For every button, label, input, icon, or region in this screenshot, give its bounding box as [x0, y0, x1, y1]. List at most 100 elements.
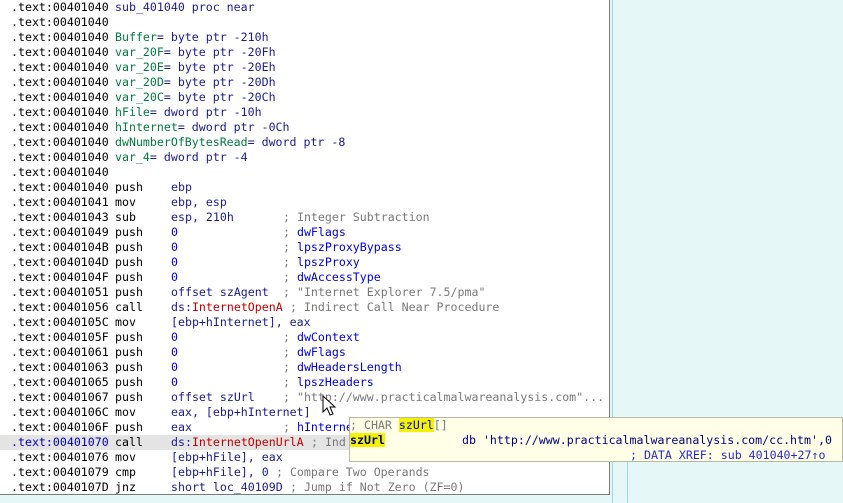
- line-address[interactable]: .text:00401040: [11, 150, 109, 165]
- listing-line[interactable]: .text:0040105F push 0; dwContext: [0, 330, 609, 345]
- line-mnemonic[interactable]: push: [115, 360, 143, 375]
- listing-line[interactable]: .text:0040104D push 0; lpszProxy: [0, 255, 609, 270]
- comment-argument[interactable]: lpszProxy: [297, 255, 360, 269]
- line-mnemonic[interactable]: push: [115, 225, 143, 240]
- listing-line[interactable]: .text:00401051 push offset szAgent ; "Inter…: [0, 285, 609, 300]
- operand-part[interactable]: ds:: [171, 435, 192, 449]
- line-declaration[interactable]: var_20F= byte ptr -20Fh: [115, 45, 276, 60]
- declaration-part[interactable]: = dword ptr -10h: [150, 105, 262, 119]
- line-comment[interactable]: ; dwContext: [283, 330, 360, 345]
- line-declaration[interactable]: var_4= dword ptr -4: [115, 150, 248, 165]
- comment-argument[interactable]: dwHeadersLength: [297, 360, 402, 374]
- line-address[interactable]: .text:0040104B: [11, 240, 109, 255]
- operand-part[interactable]: 0: [171, 345, 178, 359]
- line-address[interactable]: .text:00401061: [11, 345, 109, 360]
- line-address[interactable]: .text:00401049: [11, 225, 109, 240]
- line-mnemonic[interactable]: sub: [115, 210, 136, 225]
- line-address[interactable]: .text:00401040: [11, 75, 109, 90]
- declaration-part[interactable]: var_20F: [115, 45, 164, 59]
- line-address[interactable]: .text:00401040: [11, 135, 109, 150]
- listing-line[interactable]: .text:0040105C mov [ebp+hInternet], eax: [0, 315, 609, 330]
- line-mnemonic[interactable]: mov: [115, 450, 136, 465]
- line-operands[interactable]: 0: [171, 345, 178, 360]
- operand-part[interactable]: ebp: [171, 180, 192, 194]
- line-address[interactable]: .text:0040104D: [11, 255, 109, 270]
- listing-line[interactable]: .text:00401040 var_4= dword ptr -4: [0, 150, 609, 165]
- line-operands[interactable]: ebp, esp: [171, 195, 227, 210]
- line-mnemonic[interactable]: push: [115, 330, 143, 345]
- operand-part[interactable]: esp, 210h: [171, 210, 234, 224]
- line-operands[interactable]: [ebp+hInternet], eax: [171, 315, 311, 330]
- line-comment[interactable]: ; Indirect Call Near Procedure: [283, 300, 499, 315]
- line-mnemonic[interactable]: call: [115, 300, 143, 315]
- operand-part[interactable]: ds:: [171, 300, 192, 314]
- listing-line[interactable]: .text:00401040: [0, 15, 609, 30]
- line-comment[interactable]: ; dwFlags: [283, 345, 346, 360]
- operand-part[interactable]: ebp, esp: [171, 195, 227, 209]
- line-operands[interactable]: eax: [171, 420, 192, 435]
- line-address[interactable]: .text:00401067: [11, 390, 109, 405]
- line-declaration[interactable]: var_20D= byte ptr -20Dh: [115, 75, 276, 90]
- line-address[interactable]: .text:0040106C: [11, 405, 109, 420]
- line-address[interactable]: .text:00401040: [11, 30, 109, 45]
- line-address[interactable]: .text:0040105F: [11, 330, 109, 345]
- listing-line[interactable]: .text:00401040 push ebp: [0, 180, 609, 195]
- line-mnemonic[interactable]: jnz: [115, 480, 136, 494]
- operand-part[interactable]: 0: [171, 240, 178, 254]
- listing-line[interactable]: .text:00401040 var_20D= byte ptr -20Dh: [0, 75, 609, 90]
- function-reference[interactable]: InternetOpenA: [192, 300, 283, 314]
- declaration-part[interactable]: = byte ptr -20Dh: [164, 75, 276, 89]
- line-address[interactable]: .text:00401040: [11, 165, 109, 180]
- comment-argument[interactable]: dwAccessType: [297, 270, 381, 284]
- line-comment[interactable]: ; hInterne: [283, 420, 353, 435]
- comment-argument[interactable]: hInterne: [297, 420, 353, 434]
- line-address[interactable]: .text:00401070: [11, 435, 109, 450]
- function-reference[interactable]: InternetOpenUrlA: [192, 435, 304, 449]
- line-address[interactable]: .text:00401041: [11, 195, 109, 210]
- line-address[interactable]: .text:00401063: [11, 360, 109, 375]
- line-address[interactable]: .text:00401040: [11, 90, 109, 105]
- listing-line[interactable]: .text:00401063 push 0; dwHeadersLength: [0, 360, 609, 375]
- line-mnemonic[interactable]: cmp: [115, 465, 136, 480]
- listing-line[interactable]: .text:00401040: [0, 165, 609, 180]
- declaration-part[interactable]: = byte ptr -210h: [157, 30, 269, 44]
- comment-argument[interactable]: dwFlags: [297, 225, 346, 239]
- listing-line[interactable]: .text:00401043 sub esp, 210h ; Integer Subt…: [0, 210, 609, 225]
- declaration-part[interactable]: = dword ptr -8: [248, 135, 346, 149]
- line-address[interactable]: .text:00401065: [11, 375, 109, 390]
- operand-part[interactable]: offset szAgent: [171, 285, 269, 299]
- listing-line[interactable]: .text:0040104B push 0; lpszProxyBypass: [0, 240, 609, 255]
- line-mnemonic[interactable]: push: [115, 420, 143, 435]
- operand-part[interactable]: 0: [171, 270, 178, 284]
- line-address[interactable]: .text:00401040: [11, 105, 109, 120]
- line-operands[interactable]: 0: [171, 225, 178, 240]
- operand-part[interactable]: 0: [171, 225, 178, 239]
- line-mnemonic[interactable]: call: [115, 435, 143, 450]
- listing-line[interactable]: .text:00401040 var_20F= byte ptr -20Fh: [0, 45, 609, 60]
- declaration-part[interactable]: Buffer: [115, 30, 157, 44]
- declaration-part[interactable]: var_20C: [115, 90, 164, 104]
- line-address[interactable]: .text:00401040: [11, 180, 109, 195]
- operand-part[interactable]: offset szUrl: [171, 390, 255, 404]
- line-operands[interactable]: esp, 210h: [171, 210, 234, 225]
- operand-part[interactable]: 0: [171, 255, 178, 269]
- declaration-part[interactable]: var_20E: [115, 60, 164, 74]
- listing-line[interactable]: .text:00401040 hFile= dword ptr -10h: [0, 105, 609, 120]
- line-mnemonic[interactable]: mov: [115, 315, 136, 330]
- line-operands[interactable]: ds:InternetOpenA: [171, 300, 283, 315]
- listing-line[interactable]: .text:00401067 push offset szUrl; "http://…: [0, 390, 609, 405]
- line-declaration[interactable]: var_20E= byte ptr -20Eh: [115, 60, 276, 75]
- line-mnemonic[interactable]: push: [115, 240, 143, 255]
- line-address[interactable]: .text:00401040: [11, 60, 109, 75]
- line-declaration[interactable]: hFile= dword ptr -10h: [115, 105, 262, 120]
- line-address[interactable]: .text:00401040: [11, 15, 109, 30]
- operand-part[interactable]: [ebp+hFile], 0: [171, 465, 269, 479]
- declaration-part[interactable]: hInternet: [115, 120, 178, 134]
- line-address[interactable]: .text:00401079: [11, 465, 109, 480]
- declaration-part[interactable]: sub_401040 proc near: [115, 0, 255, 14]
- line-comment[interactable]: ; Integer Subtraction: [283, 210, 430, 225]
- line-comment[interactable]: ; lpszHeaders: [283, 375, 374, 390]
- line-declaration[interactable]: var_20C= byte ptr -20Ch: [115, 90, 276, 105]
- comment-argument[interactable]: dwFlags: [297, 345, 346, 359]
- comment-argument[interactable]: lpszProxyBypass: [297, 240, 402, 254]
